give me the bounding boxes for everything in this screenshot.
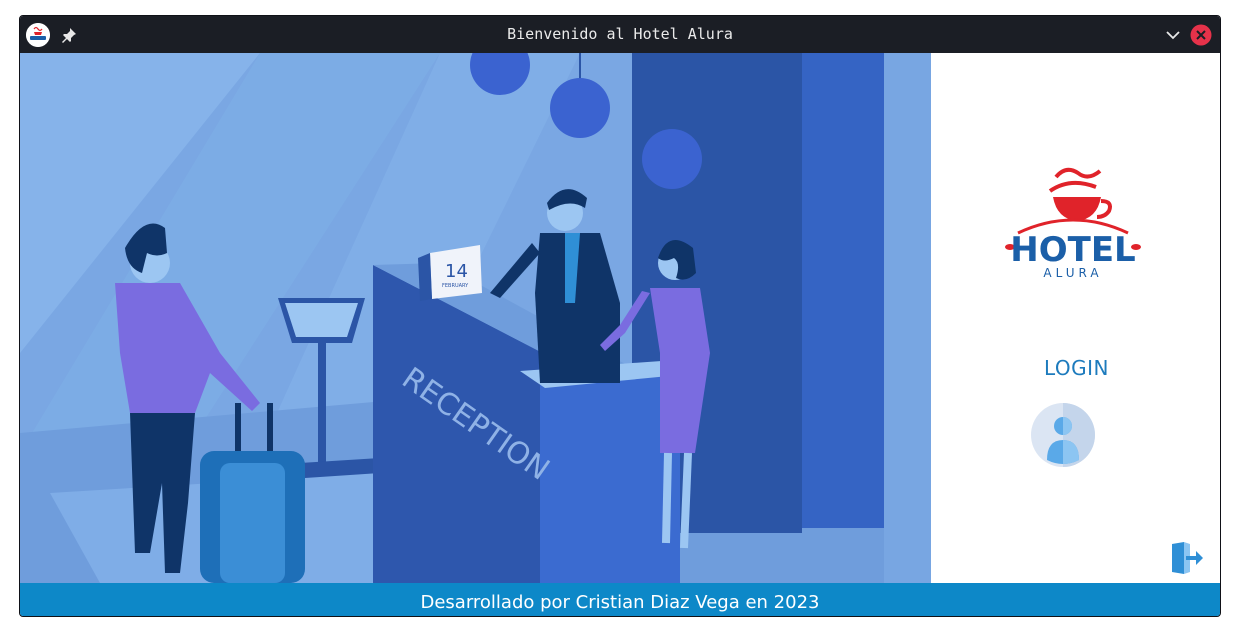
user-avatar-icon[interactable] bbox=[1030, 402, 1096, 468]
exit-door-icon[interactable] bbox=[1168, 540, 1204, 576]
reception-illustration: RECEPTION 14 FEBRUARY bbox=[20, 53, 931, 583]
hotel-alura-logo: HOTEL ALURA bbox=[1005, 167, 1141, 280]
chevron-down-icon[interactable] bbox=[1164, 27, 1182, 43]
calendar-day: 14 bbox=[445, 261, 468, 282]
logo-text-main: HOTEL bbox=[1010, 230, 1135, 270]
title-bar[interactable]: Bienvenido al Hotel Alura bbox=[20, 16, 1220, 53]
login-label[interactable]: LOGIN bbox=[931, 356, 1220, 380]
content-area: RECEPTION 14 FEBRUARY HOTEL ALURA LOGIN bbox=[20, 53, 1220, 583]
app-window: Bienvenido al Hotel Alura RECEPTION 14 F… bbox=[19, 15, 1221, 617]
footer-credit: Desarrollado por Cristian Diaz Vega en 2… bbox=[420, 592, 820, 613]
calendar-month: FEBRUARY bbox=[442, 283, 469, 289]
footer-bar: Desarrollado por Cristian Diaz Vega en 2… bbox=[20, 583, 1220, 616]
window-title: Bienvenido al Hotel Alura bbox=[507, 25, 733, 43]
logo-text-sub: ALURA bbox=[1043, 266, 1102, 280]
close-icon[interactable] bbox=[1190, 24, 1212, 46]
login-panel: HOTEL ALURA LOGIN bbox=[931, 53, 1220, 583]
